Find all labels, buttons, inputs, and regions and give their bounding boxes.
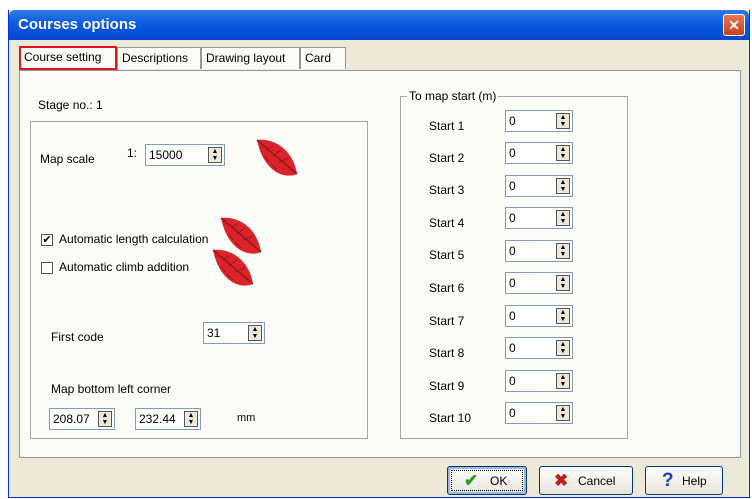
tab-course-setting[interactable]: Course setting	[19, 46, 117, 70]
start-8-value: 0	[509, 341, 516, 355]
map-scale-label: Map scale	[40, 152, 95, 166]
first-code-spinner[interactable]: 31 ▲ ▼	[203, 322, 265, 344]
help-button[interactable]: ? Help	[645, 466, 723, 495]
start-1-value: 0	[509, 114, 516, 128]
auto-climb-checkbox[interactable]	[41, 262, 53, 274]
ok-label: OK	[490, 474, 508, 488]
cancel-button[interactable]: ✖ Cancel	[539, 466, 633, 495]
start-5-spinner[interactable]: 0 ▲ ▼	[505, 240, 573, 262]
tab-drawing-layout[interactable]: Drawing layout	[201, 47, 300, 69]
spinner-arrows-icon[interactable]: ▲ ▼	[248, 325, 262, 341]
map-start-caption: To map start (m)	[407, 89, 499, 103]
stage-label: Stage no.: 1	[38, 98, 103, 112]
start-8-spinner[interactable]: 0 ▲ ▼	[505, 337, 573, 359]
start-7-label: Start 7	[429, 314, 465, 328]
close-icon[interactable]: ✕	[723, 14, 745, 36]
tab-label: Course setting	[24, 50, 102, 64]
spinner-arrows-icon[interactable]: ▲ ▼	[556, 308, 570, 324]
start-10-label: Start 10	[429, 411, 472, 425]
start-6-spinner[interactable]: 0 ▲ ▼	[505, 272, 573, 294]
checkmark-icon: ✔	[464, 471, 479, 490]
tab-label: Descriptions	[122, 51, 189, 65]
start-2-label: Start 2	[429, 151, 465, 165]
start-9-label: Start 9	[429, 379, 465, 393]
start-2-value: 0	[509, 146, 516, 160]
spinner-arrows-icon[interactable]: ▲ ▼	[556, 340, 570, 356]
map-scale-spinner[interactable]: 15000 ▲ ▼	[145, 144, 225, 166]
start-5-value: 0	[509, 244, 516, 258]
ok-button[interactable]: ✔ OK	[447, 466, 527, 495]
start-7-value: 0	[509, 309, 516, 323]
start-3-spinner[interactable]: 0 ▲ ▼	[505, 175, 573, 197]
spinner-arrows-icon[interactable]: ▲ ▼	[556, 373, 570, 389]
map-scale-value: 15000	[149, 148, 183, 162]
question-icon: ?	[662, 470, 674, 491]
spinner-arrows-icon[interactable]: ▲ ▼	[556, 275, 570, 291]
corner-x-value: 208.07	[53, 412, 90, 426]
tab-card[interactable]: Card	[300, 47, 346, 69]
map-start-group: To map start (m) Start 1 0 ▲ ▼ Start 2 0 ▲ ▼…	[400, 89, 628, 439]
start-1-label: Start 1	[429, 119, 465, 133]
corner-x-spinner[interactable]: 208.07 ▲ ▼	[49, 408, 115, 430]
start-10-spinner[interactable]: 0 ▲ ▼	[505, 402, 573, 424]
start-6-label: Start 6	[429, 281, 465, 295]
start-4-spinner[interactable]: 0 ▲ ▼	[505, 207, 573, 229]
start-3-value: 0	[509, 179, 516, 193]
spinner-arrows-icon[interactable]: ▲ ▼	[556, 243, 570, 259]
red-leaf-icon	[256, 139, 298, 177]
start-7-spinner[interactable]: 0 ▲ ▼	[505, 305, 573, 327]
corner-y-value: 232.44	[139, 412, 176, 426]
cancel-label: Cancel	[578, 474, 616, 488]
red-leaf-icon	[212, 249, 254, 287]
courses-options-dialog: Courses options ✕ Course setting Descrip…	[8, 10, 750, 498]
tab-label: Drawing layout	[206, 51, 286, 65]
auto-length-checkbox[interactable]: ✔	[41, 234, 53, 246]
spinner-arrows-icon[interactable]: ▲ ▼	[556, 210, 570, 226]
start-10-value: 0	[509, 406, 516, 420]
tab-label: Card	[305, 51, 332, 65]
spinner-arrows-icon[interactable]: ▲ ▼	[556, 145, 570, 161]
corner-label: Map bottom left corner	[51, 382, 172, 396]
spinner-arrows-icon[interactable]: ▲ ▼	[98, 411, 112, 427]
start-9-spinner[interactable]: 0 ▲ ▼	[505, 370, 573, 392]
corner-y-spinner[interactable]: 232.44 ▲ ▼	[135, 408, 201, 430]
help-label: Help	[682, 474, 707, 488]
start-2-spinner[interactable]: 0 ▲ ▼	[505, 142, 573, 164]
start-8-label: Start 8	[429, 346, 465, 360]
title-bar[interactable]: Courses options ✕	[9, 10, 749, 40]
start-3-label: Start 3	[429, 183, 465, 197]
first-code-value: 31	[207, 326, 221, 340]
window-title: Courses options	[18, 16, 137, 33]
auto-climb-label: Automatic climb addition	[59, 260, 190, 274]
start-5-label: Start 5	[429, 248, 465, 262]
spinner-arrows-icon[interactable]: ▲ ▼	[184, 411, 198, 427]
start-4-label: Start 4	[429, 216, 465, 230]
start-1-spinner[interactable]: 0 ▲ ▼	[505, 110, 573, 132]
spinner-arrows-icon[interactable]: ▲ ▼	[556, 405, 570, 421]
first-code-label: First code	[51, 330, 104, 344]
x-icon: ✖	[554, 471, 569, 490]
spinner-arrows-icon[interactable]: ▲ ▼	[556, 178, 570, 194]
auto-length-label: Automatic length calculation	[59, 232, 209, 246]
start-9-value: 0	[509, 374, 516, 388]
tab-descriptions[interactable]: Descriptions	[117, 47, 201, 69]
spinner-arrows-icon[interactable]: ▲ ▼	[208, 147, 222, 163]
start-4-value: 0	[509, 211, 516, 225]
course-setting-panel: Stage no.: 1 Map scale 1: 15000 ▲ ▼ ✔ Aut…	[19, 70, 741, 458]
start-6-value: 0	[509, 276, 516, 290]
map-scale-prefix: 1:	[127, 146, 138, 160]
settings-group: Map scale 1: 15000 ▲ ▼ ✔ Automatic length…	[30, 121, 368, 439]
spinner-arrows-icon[interactable]: ▲ ▼	[556, 113, 570, 129]
corner-unit: mm	[237, 412, 256, 424]
